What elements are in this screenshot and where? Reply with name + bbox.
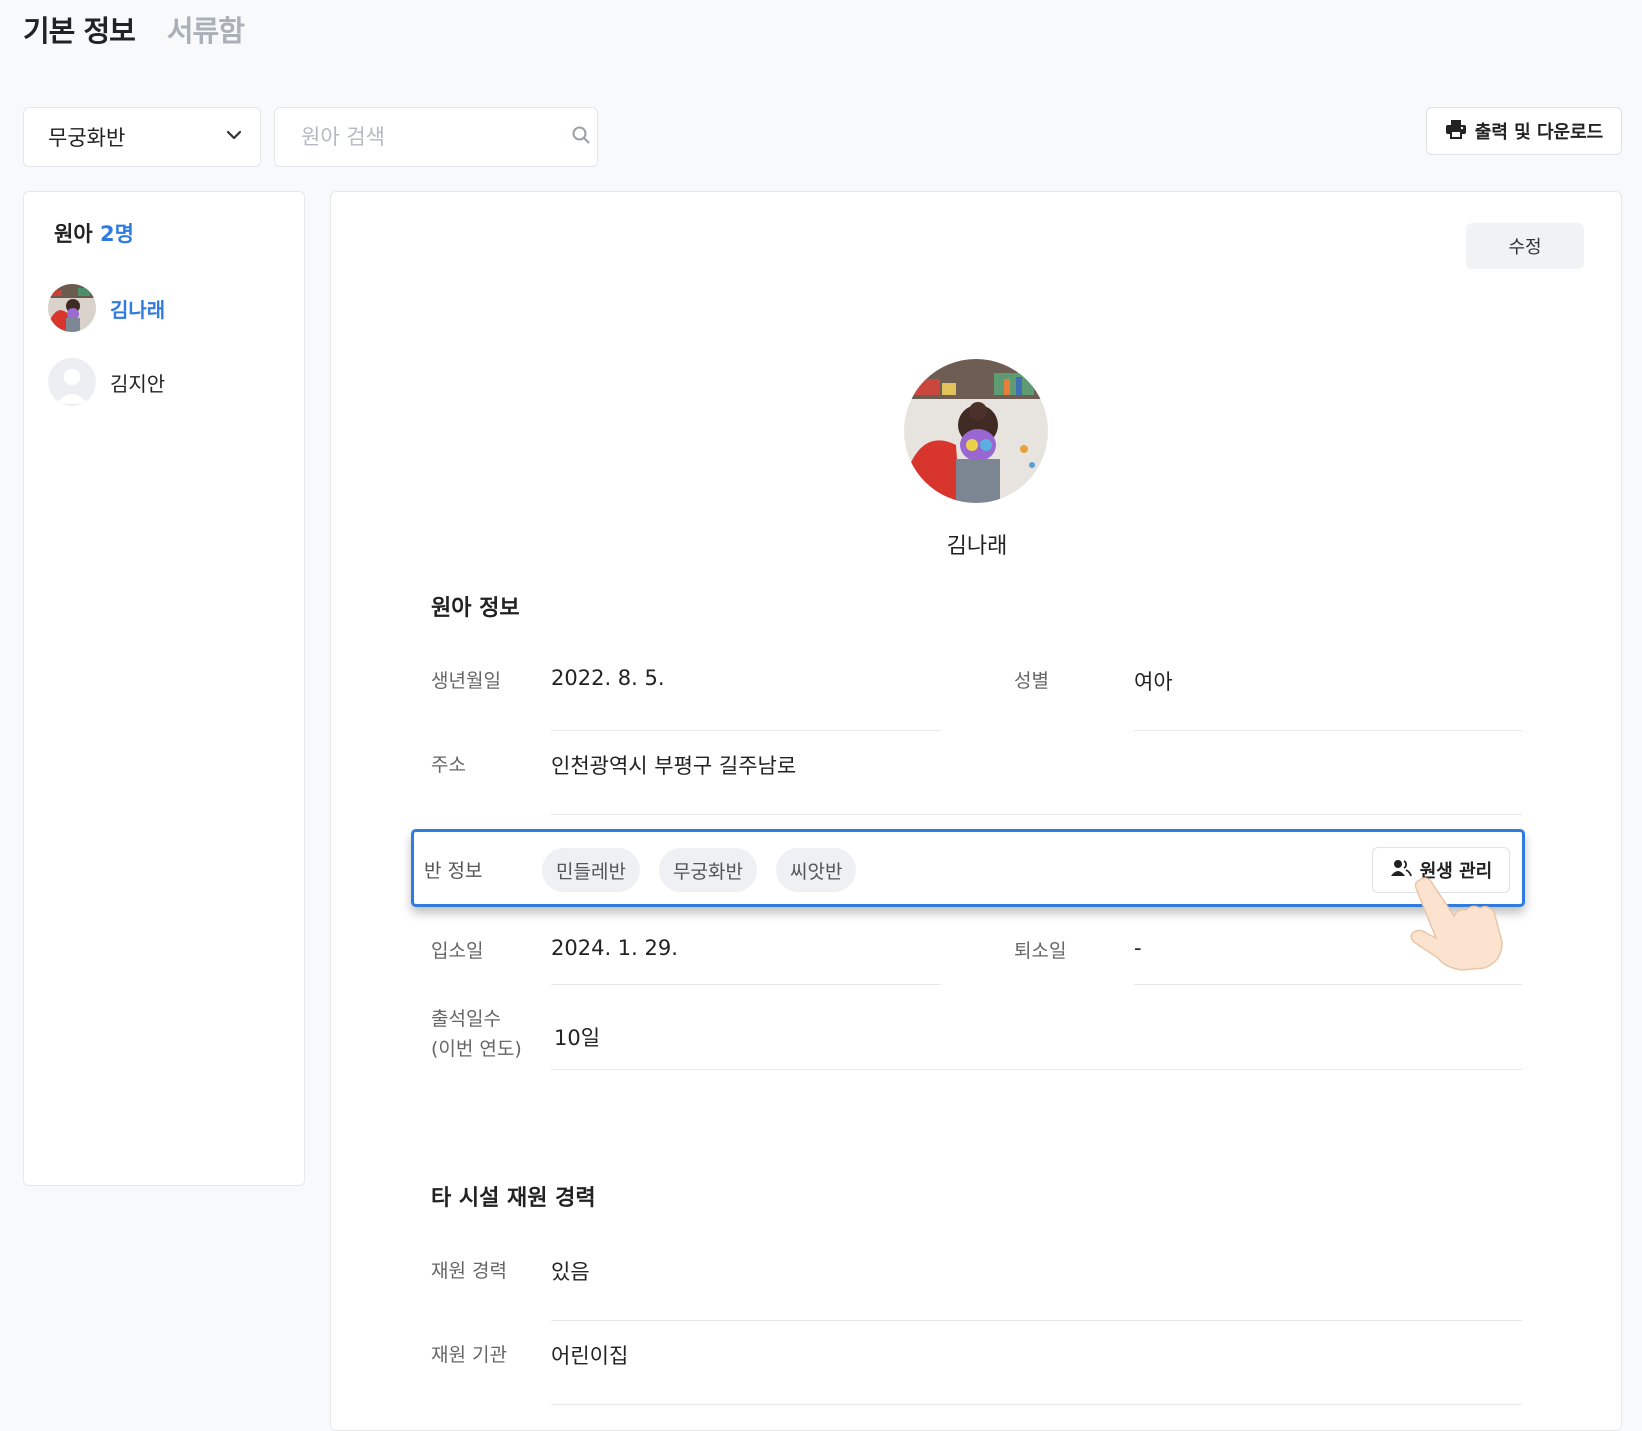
birth-label: 생년월일 [431,670,501,692]
chevron-down-icon [224,125,244,150]
divider [551,730,941,731]
child-name: 김나래 [110,297,166,322]
career-value: 있음 [551,1260,590,1284]
search-icon[interactable] [571,125,591,149]
gender-label: 성별 [1014,670,1049,692]
class-select-value: 무궁화반 [48,126,126,150]
class-chip: 민들레반 [542,848,640,892]
search-input[interactable] [299,124,571,150]
career-label: 재원 경력 [431,1260,507,1282]
admit-value: 2024. 1. 29. [551,936,678,960]
attendance-label-main: 출석일수 [431,1008,501,1030]
section-title-child-info: 원아 정보 [431,596,520,621]
address-label: 주소 [431,754,466,776]
print-download-label: 출력 및 다운로드 [1474,122,1604,143]
gender-value: 여아 [1134,670,1173,694]
print-download-button[interactable]: 출력 및 다운로드 [1426,107,1622,155]
divider [551,1069,1522,1070]
edit-button[interactable]: 수정 [1466,223,1584,269]
divider [551,1320,1522,1321]
child-detail-panel: 수정 김나래 원아 정보 생년월일 2022. 8. 5. 성별 여아 주소 인… [330,191,1622,1431]
top-tabs: 기본 정보 서류함 [23,8,245,50]
class-info-row: 반 정보 민들레반 무궁화반 씨앗반 원생 관리 [411,829,1525,907]
child-photo-avatar [48,284,96,332]
pointer-hand-icon [1410,877,1503,971]
attendance-label-sub: (이번 연도) [431,1038,522,1061]
class-info-label: 반 정보 [424,860,483,882]
attendance-value: 10일 [554,1026,601,1050]
leave-value: - [1134,936,1142,960]
list-item-child[interactable]: 김나래 [48,284,165,332]
tab-basic-info[interactable]: 기본 정보 [23,8,136,50]
leave-label: 퇴소일 [1014,940,1067,962]
default-avatar-icon [48,358,96,406]
admit-label: 입소일 [431,940,484,962]
child-name: 김지안 [110,371,166,396]
tab-documents[interactable]: 서류함 [167,8,245,50]
org-value: 어린이집 [551,1344,629,1368]
divider [551,814,1522,815]
class-chip: 씨앗반 [776,848,857,892]
class-chip: 무궁화반 [659,848,757,892]
child-count: 원아 2명 [54,218,134,248]
divider [551,984,941,985]
list-item-child[interactable]: 김지안 [48,358,165,406]
divider [1134,984,1522,985]
child-profile-photo [904,359,1048,503]
divider [551,1404,1522,1405]
child-search[interactable] [274,107,598,167]
attendance-label: 출석일수 (이번 연도) [431,1004,522,1065]
printer-icon [1445,118,1467,145]
org-label: 재원 기관 [431,1344,507,1366]
section-title-history: 타 시설 재원 경력 [431,1186,596,1211]
address-value: 인천광역시 부평구 길주남로 [551,754,797,778]
profile-name: 김나래 [946,534,1008,559]
class-select[interactable]: 무궁화반 [23,107,261,167]
child-count-value: 2명 [99,222,134,246]
divider [1134,730,1522,731]
child-count-label: 원아 [54,222,93,246]
birth-value: 2022. 8. 5. [551,666,665,690]
child-list-panel: 원아 2명 김나래 김지안 [23,191,305,1186]
